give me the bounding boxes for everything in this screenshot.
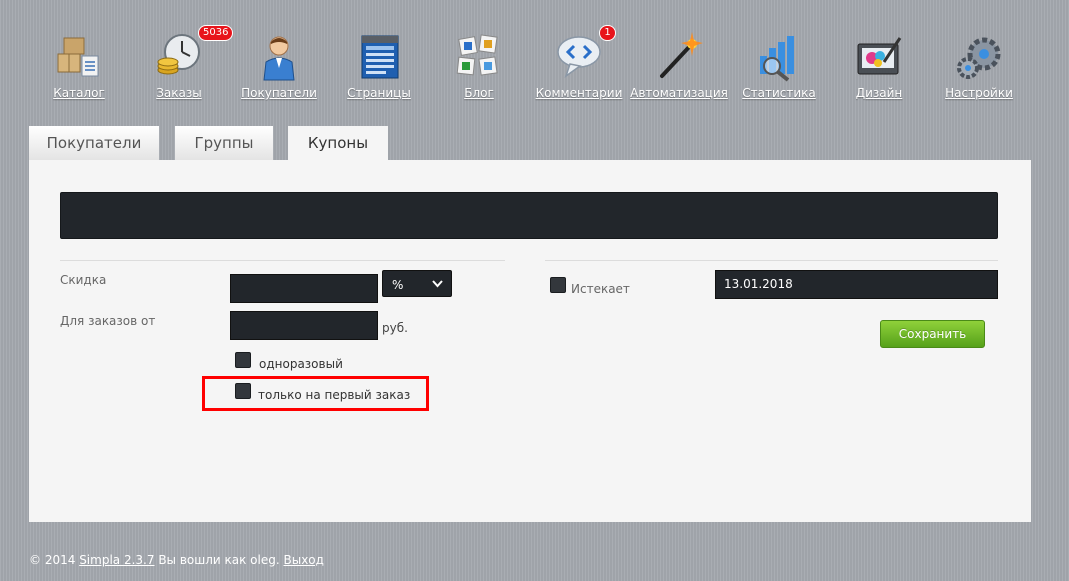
pages-icon: [361, 35, 399, 79]
comments-icon: [557, 36, 601, 78]
catalog-icon: [57, 37, 99, 77]
nav-label: Блог: [464, 86, 494, 100]
nav-label: Комментарии: [535, 86, 623, 100]
nav-label: Каталог: [53, 86, 105, 100]
blog-icon: [456, 34, 498, 76]
nav-label: Дизайн: [855, 86, 903, 100]
nav-item-pages[interactable]: Страницы: [329, 32, 429, 104]
logged-in-text: Вы вошли как oleg.: [158, 553, 280, 567]
copyright-text: © 2014: [29, 553, 76, 567]
automation-wand-icon: [660, 32, 703, 78]
logout-link[interactable]: Выход: [284, 553, 324, 567]
coupon-code-input[interactable]: [60, 192, 998, 239]
footer: © 2014 Simpla 2.3.7 Вы вошли как oleg. В…: [29, 553, 324, 567]
right-column-divider: [545, 260, 998, 261]
coupon-edit-panel: Скидка % Для заказов от руб. одноразовый…: [29, 160, 1031, 522]
min-order-label: Для заказов от: [60, 314, 156, 328]
highlight-box: [202, 376, 429, 411]
discount-input[interactable]: [230, 274, 378, 303]
nav-item-blog[interactable]: Блог: [429, 32, 529, 104]
tab-customers[interactable]: Покупатели: [29, 126, 159, 160]
chevron-down-icon: [432, 280, 443, 288]
expires-checkbox[interactable]: [550, 277, 566, 293]
discount-type-select[interactable]: %: [382, 270, 452, 297]
nav-item-statistics[interactable]: Статистика: [729, 32, 829, 104]
tab-groups[interactable]: Группы: [175, 126, 273, 160]
currency-label: руб.: [382, 321, 408, 335]
left-column-divider: [60, 260, 505, 261]
design-icon: [857, 37, 902, 75]
expires-label: Истекает: [571, 282, 630, 296]
expires-date-input[interactable]: 13.01.2018: [715, 270, 998, 299]
single-use-checkbox[interactable]: [235, 352, 251, 368]
comments-count-badge: 1: [599, 25, 616, 41]
nav-label: Автоматизация: [630, 86, 728, 100]
nav-item-automation[interactable]: Автоматизация: [629, 32, 729, 104]
orders-icon: [157, 34, 200, 75]
nav-item-design[interactable]: Дизайн: [829, 32, 929, 104]
nav-item-orders[interactable]: 5036 Заказы: [129, 25, 234, 104]
nav-item-catalog[interactable]: Каталог: [29, 32, 129, 104]
nav-item-settings[interactable]: Настройки: [929, 32, 1029, 104]
min-order-input[interactable]: [230, 311, 378, 340]
save-button[interactable]: Сохранить: [880, 320, 985, 348]
nav-label: Настройки: [945, 86, 1013, 100]
nav-label: Покупатели: [241, 86, 317, 100]
nav-label: Статистика: [742, 86, 816, 100]
nav-label: Страницы: [347, 86, 411, 100]
single-use-label: одноразовый: [259, 357, 343, 371]
discount-label: Скидка: [60, 273, 107, 287]
settings-gears-icon: [957, 37, 1001, 79]
discount-type-value: %: [392, 278, 404, 292]
statistics-icon: [760, 36, 794, 82]
customers-icon: [263, 36, 295, 81]
nav-item-customers[interactable]: Покупатели: [229, 32, 329, 104]
nav-label: Заказы: [156, 86, 202, 100]
simpla-version-link[interactable]: Simpla 2.3.7: [79, 553, 154, 567]
tab-coupons[interactable]: Купоны: [288, 126, 388, 160]
nav-item-comments[interactable]: 1 Комментарии: [529, 25, 629, 104]
